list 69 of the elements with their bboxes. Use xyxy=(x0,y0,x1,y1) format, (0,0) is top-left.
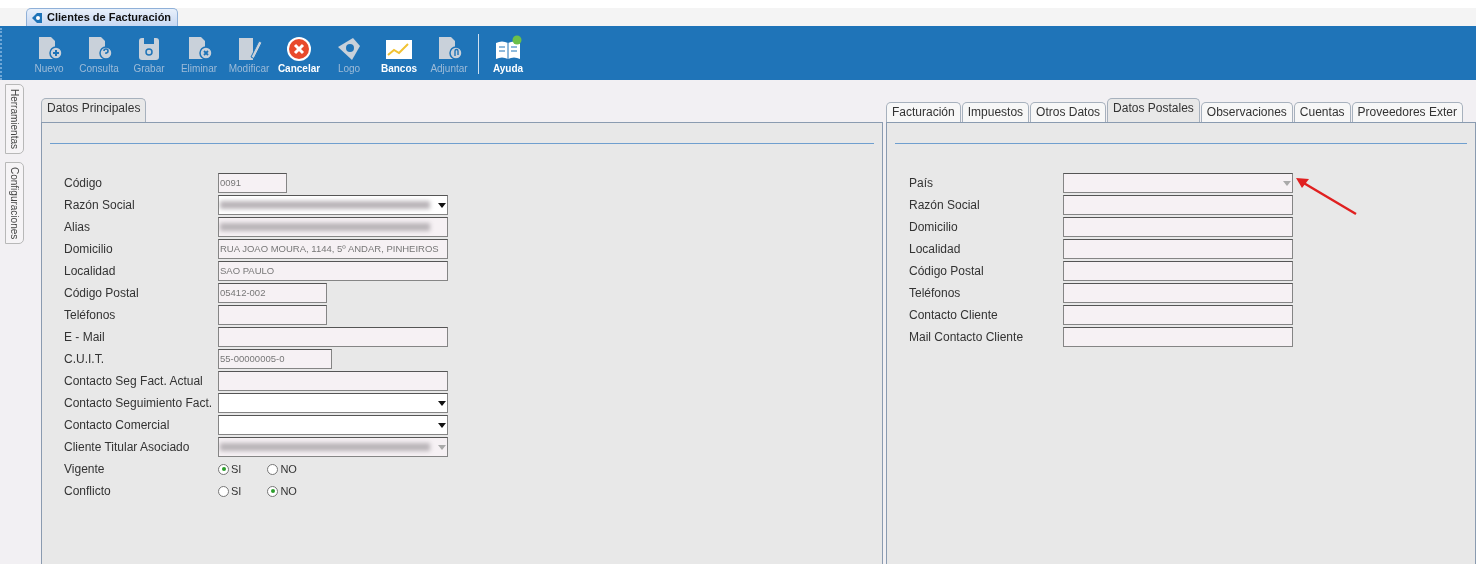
field-label: Código Postal xyxy=(64,285,140,302)
dropdown-caret-icon xyxy=(438,400,446,406)
panel-tab[interactable]: Cuentas xyxy=(1293,102,1351,122)
radio-option[interactable]: SI xyxy=(218,482,242,500)
panel-tab[interactable]: Impuestos xyxy=(961,102,1030,122)
field-label: Localidad xyxy=(909,241,962,258)
side-tab[interactable]: Configuraciones xyxy=(5,162,24,245)
input-field[interactable] xyxy=(1063,327,1293,347)
field-label: Conflicto xyxy=(64,483,112,500)
input-field[interactable]: 05412-002 xyxy=(218,283,327,303)
field-label: Contacto Seg Fact. Actual xyxy=(64,373,204,390)
toolbar-button[interactable]: Bancos xyxy=(376,34,422,74)
input-field[interactable] xyxy=(218,305,327,325)
radio-option[interactable]: NO xyxy=(267,460,297,478)
dropdown-caret-icon xyxy=(438,444,446,450)
input-field[interactable] xyxy=(218,217,448,237)
input-field[interactable] xyxy=(218,327,448,347)
field-label: Domicilio xyxy=(909,219,959,236)
dropdown-caret-icon xyxy=(438,422,446,428)
field-label: Razón Social xyxy=(64,197,136,214)
toolbar-button[interactable]: Ayuda xyxy=(485,34,531,74)
window-tab[interactable]: Clientes de Facturación xyxy=(26,8,179,26)
input-field[interactable] xyxy=(1063,239,1293,259)
input-field[interactable]: SAO PAULO xyxy=(218,261,448,281)
input-field[interactable]: RUA JOAO MOURA, 1144, 5º ANDAR, PINHEIROS xyxy=(218,239,448,259)
dropdown-field[interactable] xyxy=(1063,173,1293,193)
field-label: Contacto Cliente xyxy=(909,307,999,324)
input-field[interactable] xyxy=(1063,305,1293,325)
input-field[interactable] xyxy=(1063,217,1293,237)
panel-tab[interactable]: Datos Principales xyxy=(41,98,147,122)
field-label: Contacto Seguimiento Fact. xyxy=(64,395,214,412)
field-label: Domicilio xyxy=(64,241,114,258)
field-label: Localidad xyxy=(64,263,117,280)
field-label: Mail Contacto Cliente xyxy=(909,329,1025,346)
side-tab[interactable]: Herramientas xyxy=(5,84,24,155)
panel-tab[interactable]: Proveedores Exter xyxy=(1351,102,1463,122)
input-field[interactable] xyxy=(1063,261,1293,281)
input-field[interactable] xyxy=(218,371,448,391)
panel-tab[interactable]: Observaciones xyxy=(1200,102,1293,122)
field-label: Teléfonos xyxy=(909,285,962,302)
dropdown-caret-icon xyxy=(1283,180,1291,186)
input-field[interactable] xyxy=(1063,195,1293,215)
input-field[interactable] xyxy=(1063,283,1293,303)
field-label: Cliente Titular Asociado xyxy=(64,439,191,456)
field-label: Alias xyxy=(64,219,91,236)
field-label: Vigente xyxy=(64,461,106,478)
dropdown-field[interactable] xyxy=(218,195,448,215)
cancel-icon xyxy=(285,34,313,63)
field-label: Contacto Comercial xyxy=(64,417,171,434)
dropdown-field[interactable] xyxy=(218,415,448,435)
radio-option[interactable]: NO xyxy=(267,482,297,500)
input-field[interactable]: 0091 xyxy=(218,173,287,193)
field-label: Razón Social xyxy=(909,197,981,214)
panel-tab[interactable]: Datos Postales xyxy=(1107,98,1200,122)
field-label: Código Postal xyxy=(909,263,985,280)
dropdown-field[interactable] xyxy=(218,437,448,457)
input-field[interactable]: 55-00000005-0 xyxy=(218,349,332,369)
toolbar-button[interactable]: Cancelar xyxy=(276,34,322,74)
dropdown-caret-icon xyxy=(438,202,446,208)
field-label: Código xyxy=(64,175,104,192)
field-label: Teléfonos xyxy=(64,307,117,324)
dropdown-field[interactable] xyxy=(218,393,448,413)
panel-tab[interactable]: Otros Datos xyxy=(1030,102,1107,122)
app-icon xyxy=(31,11,43,24)
field-label: E - Mail xyxy=(64,329,106,346)
radio-option[interactable]: SI xyxy=(218,460,242,478)
field-label: País xyxy=(909,175,934,192)
panel-tab[interactable]: Facturación xyxy=(886,102,961,122)
field-label: C.U.I.T. xyxy=(64,351,105,368)
